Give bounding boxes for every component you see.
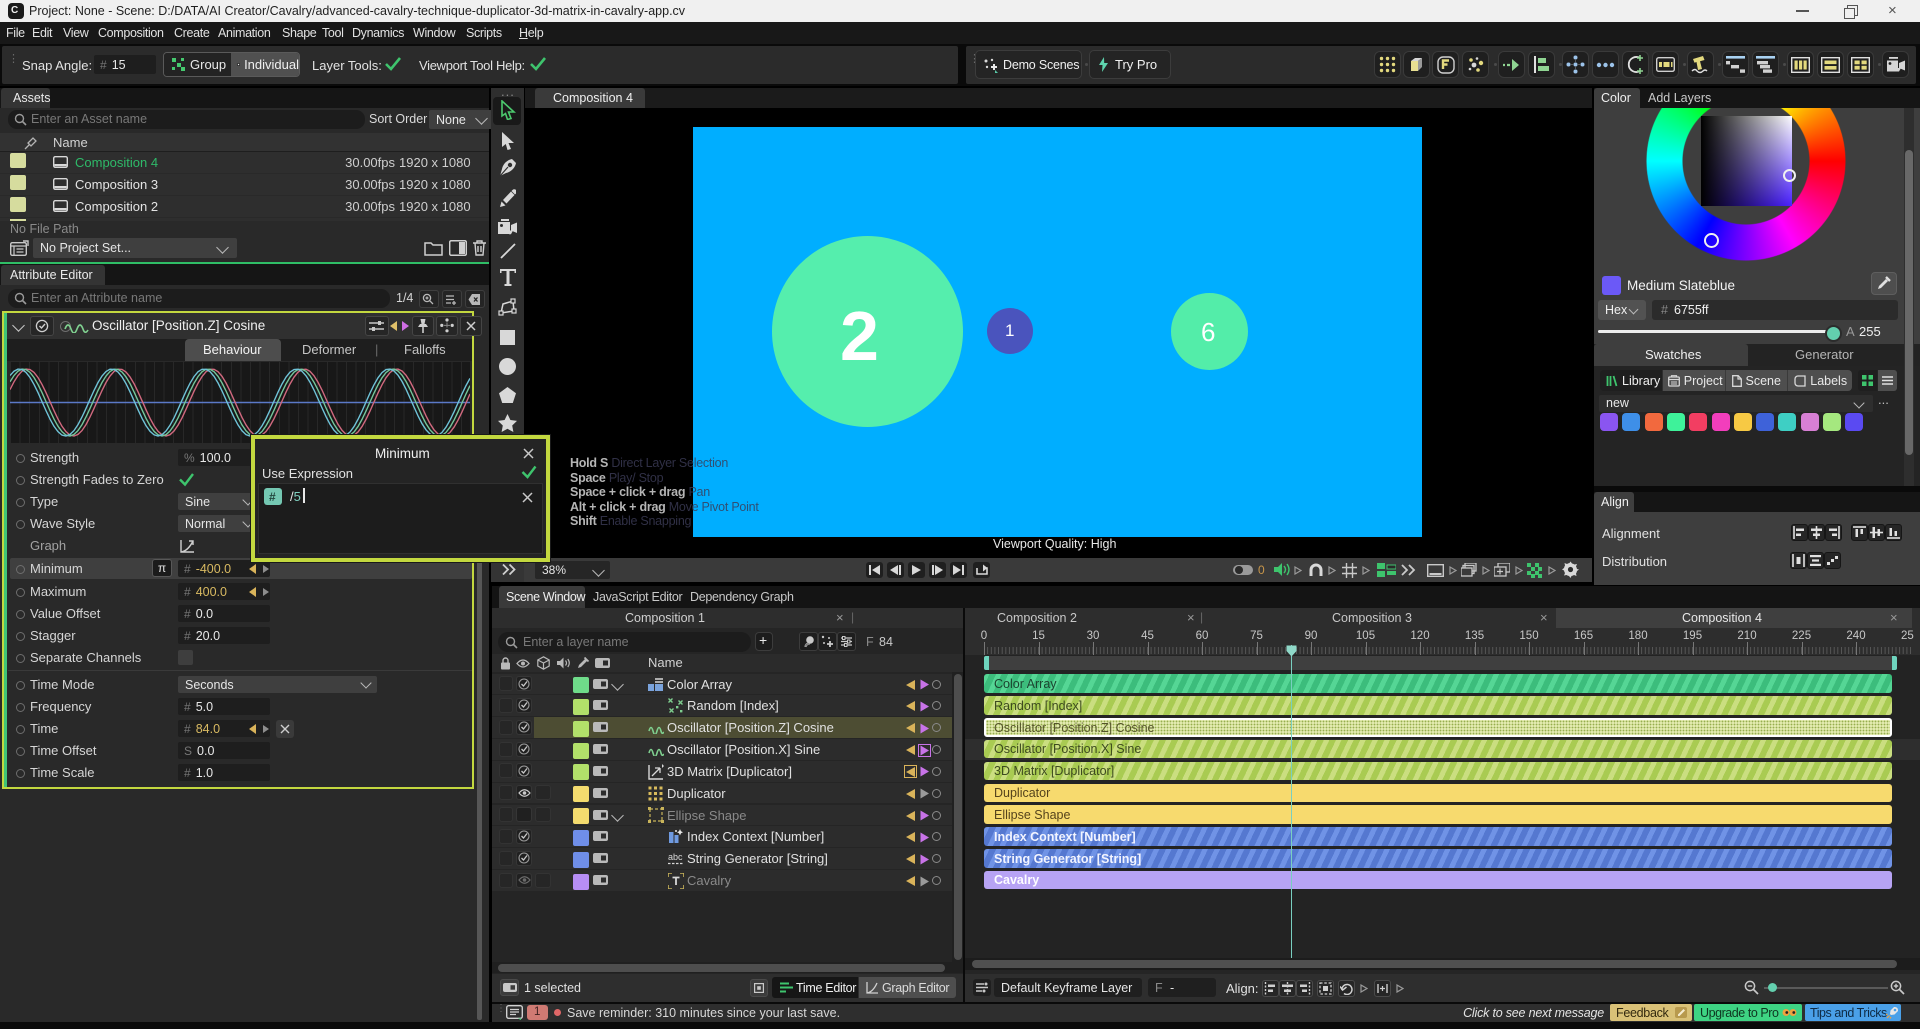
svg-text:abc: abc bbox=[668, 852, 683, 862]
